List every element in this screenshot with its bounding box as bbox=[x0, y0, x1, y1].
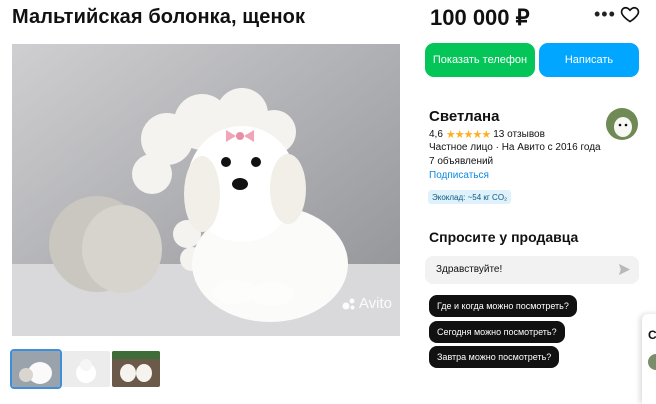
ask-seller-heading: Спросите у продавца bbox=[429, 229, 579, 245]
photo-thumbnail-2[interactable] bbox=[62, 351, 110, 387]
watermark-text: Avito bbox=[358, 295, 392, 312]
quick-question-2[interactable]: Сегодня можно посмотреть? bbox=[429, 321, 565, 343]
subscribe-link[interactable]: Подписаться bbox=[429, 170, 489, 181]
side-panel-letter: С bbox=[648, 328, 656, 342]
message-box[interactable] bbox=[425, 256, 639, 284]
seller-name[interactable]: Светлана bbox=[429, 108, 499, 125]
quick-question-3[interactable]: Завтра можно посмотреть? bbox=[429, 346, 560, 368]
side-panel-avatar bbox=[648, 354, 656, 370]
eco-badge: Экоклад: ~54 кг CO₂ bbox=[428, 190, 512, 204]
reviews-link[interactable]: 13 отзывов bbox=[493, 129, 545, 140]
seller-rating: 4,6 ★★★★★ 13 отзывов bbox=[429, 128, 545, 141]
favorite-heart-icon[interactable] bbox=[620, 4, 640, 29]
more-options-icon[interactable]: ••• bbox=[594, 5, 616, 23]
listing-title: Мальтийская болонка, щенок bbox=[12, 6, 306, 28]
seller-type: Частное лицо · На Авито с 2016 года bbox=[429, 142, 601, 153]
listing-price: 100 000 ₽ bbox=[430, 5, 530, 30]
rating-value: 4,6 bbox=[429, 129, 443, 140]
side-panel[interactable]: С bbox=[642, 314, 656, 404]
seller-ads-count[interactable]: 7 объявлений bbox=[429, 156, 493, 167]
photo-thumbnail-1[interactable] bbox=[10, 349, 62, 389]
send-icon[interactable] bbox=[618, 263, 631, 281]
main-photo[interactable]: Avito bbox=[12, 44, 400, 336]
message-input[interactable] bbox=[434, 263, 618, 276]
seller-avatar[interactable] bbox=[606, 108, 638, 140]
rating-stars-icon: ★★★★★ bbox=[445, 129, 491, 141]
photo-thumbnail-3[interactable] bbox=[112, 351, 160, 387]
avito-watermark: Avito bbox=[342, 295, 392, 312]
puppy-image bbox=[12, 44, 400, 336]
write-message-button[interactable]: Написать bbox=[539, 43, 639, 77]
show-phone-button[interactable]: Показать телефон bbox=[425, 43, 535, 77]
quick-question-1[interactable]: Где и когда можно посмотреть? bbox=[429, 295, 577, 317]
